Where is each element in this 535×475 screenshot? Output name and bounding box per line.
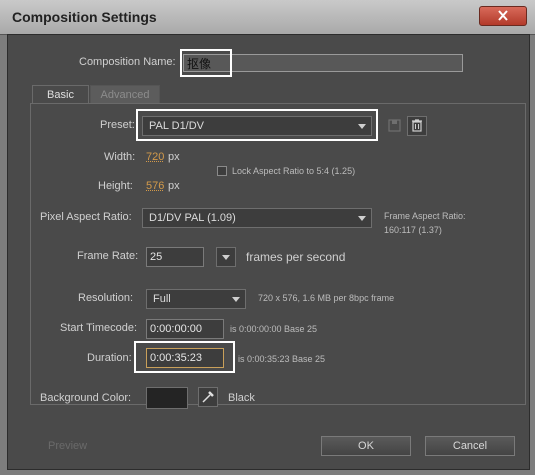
- width-label: Width:: [104, 151, 136, 163]
- tab-basic[interactable]: Basic: [32, 85, 89, 104]
- eyedropper-button[interactable]: [198, 387, 218, 407]
- lock-aspect-checkbox[interactable]: [217, 166, 227, 176]
- tab-advanced[interactable]: Advanced: [90, 85, 160, 104]
- trash-icon: [412, 119, 422, 132]
- height-value[interactable]: 576: [146, 180, 164, 192]
- preview-checkbox-label[interactable]: Preview: [48, 440, 87, 452]
- dialog-body: Composition Name: 抠像 Basic Advanced Pres…: [7, 34, 530, 470]
- cancel-label: Cancel: [452, 440, 488, 452]
- frame-rate-dropdown[interactable]: [216, 247, 236, 267]
- background-color-swatch[interactable]: [146, 387, 188, 409]
- lock-aspect-label: Lock Aspect Ratio to 5:4 (1.25): [232, 166, 356, 176]
- start-timecode-value: 0:00:00:00: [150, 323, 202, 335]
- tab-advanced-label: Advanced: [100, 89, 150, 101]
- pixel-aspect-value: D1/DV PAL (1.09): [149, 212, 236, 224]
- chevron-down-icon: [222, 255, 230, 260]
- frame-rate-input[interactable]: 25: [146, 247, 204, 267]
- start-timecode-input[interactable]: 0:00:00:00: [146, 319, 224, 339]
- resolution-info: 720 x 576, 1.6 MB per 8bpc frame: [258, 293, 395, 303]
- composition-settings-dialog: Composition Settings Composition Name: 抠…: [0, 0, 535, 475]
- eyedropper-icon: [202, 391, 214, 403]
- ok-label: OK: [358, 440, 374, 452]
- composition-name-highlight: [180, 49, 232, 77]
- duration-info: is 0:00:35:23 Base 25: [238, 354, 326, 364]
- background-color-name: Black: [228, 392, 255, 404]
- preset-highlight: [136, 109, 378, 141]
- start-timecode-info: is 0:00:00:00 Base 25: [230, 324, 318, 334]
- background-color-label: Background Color:: [40, 392, 132, 404]
- delete-preset-button[interactable]: [407, 116, 427, 136]
- title-bar: Composition Settings: [0, 0, 535, 35]
- resolution-dropdown[interactable]: Full: [146, 289, 246, 309]
- composition-name-label: Composition Name:: [79, 56, 176, 68]
- frame-rate-value: 25: [150, 251, 163, 263]
- height-unit: px: [168, 180, 180, 192]
- resolution-value: Full: [153, 293, 171, 305]
- resolution-label: Resolution:: [78, 292, 134, 304]
- tab-basic-label: Basic: [47, 89, 74, 101]
- preset-label: Preset:: [100, 119, 135, 131]
- start-timecode-label: Start Timecode:: [60, 322, 138, 334]
- chevron-down-icon: [358, 216, 366, 221]
- duration-label: Duration:: [87, 352, 132, 364]
- duration-highlight: [134, 341, 235, 373]
- save-preset-icon: [388, 119, 401, 132]
- pixel-aspect-dropdown[interactable]: D1/DV PAL (1.09): [142, 208, 372, 228]
- frame-aspect-value: 160:117 (1.37): [384, 225, 442, 235]
- pixel-aspect-label: Pixel Aspect Ratio:: [40, 211, 132, 223]
- frame-rate-label: Frame Rate:: [77, 250, 139, 262]
- frame-aspect-label: Frame Aspect Ratio:: [384, 211, 466, 221]
- width-value[interactable]: 720: [146, 151, 164, 163]
- cancel-button[interactable]: Cancel: [425, 436, 515, 456]
- close-icon: [498, 10, 508, 21]
- height-label: Height:: [98, 180, 133, 192]
- ok-button[interactable]: OK: [321, 436, 411, 456]
- close-button[interactable]: [479, 6, 527, 26]
- window-title: Composition Settings: [12, 9, 157, 25]
- frame-rate-unit: frames per second: [246, 250, 346, 264]
- save-preset-button[interactable]: [385, 116, 405, 136]
- width-unit: px: [168, 151, 180, 163]
- chevron-down-icon: [232, 297, 240, 302]
